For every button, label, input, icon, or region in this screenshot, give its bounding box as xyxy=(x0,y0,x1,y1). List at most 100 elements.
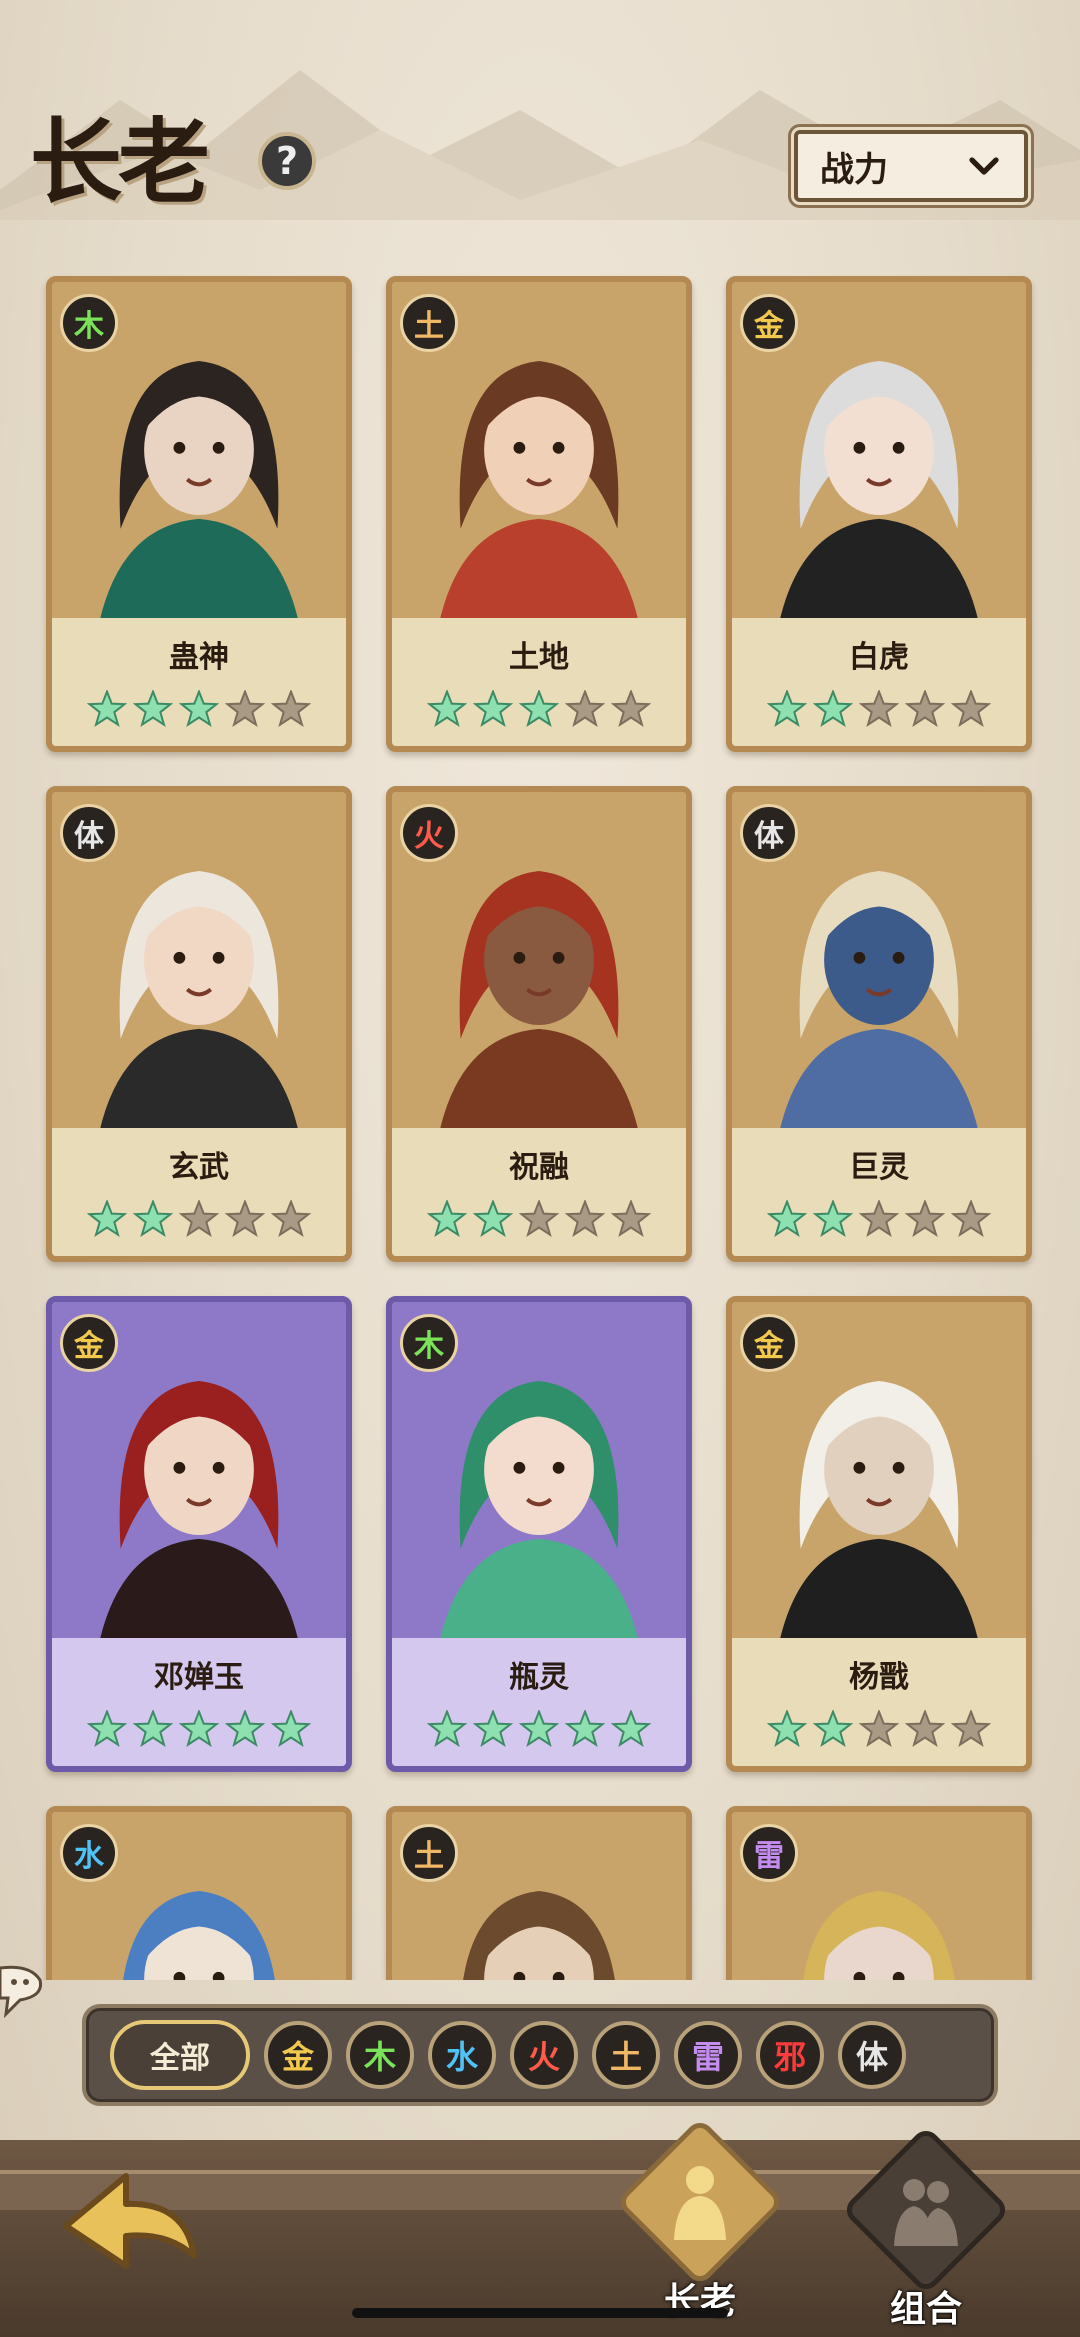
star-filled-icon xyxy=(87,690,127,727)
star-filled-icon xyxy=(565,1710,605,1747)
star-filled-icon xyxy=(427,1710,467,1747)
elder-card[interactable]: 木 蛊神 xyxy=(46,276,352,752)
filter-element-button[interactable]: 土 xyxy=(592,2021,660,2089)
star-rating xyxy=(392,1710,686,1750)
card-name: 白虎 xyxy=(849,640,909,675)
element-badge-icon: 金 xyxy=(740,1314,798,1372)
star-filled-icon xyxy=(473,1710,513,1747)
star-filled-icon xyxy=(767,1710,807,1747)
card-name: 祝融 xyxy=(509,1150,569,1185)
card-name: 瓶灵 xyxy=(509,1660,569,1695)
star-empty-icon xyxy=(611,1200,651,1237)
filter-element-button[interactable]: 邪 xyxy=(756,2021,824,2089)
star-empty-icon xyxy=(951,1200,991,1237)
star-filled-icon xyxy=(133,690,173,727)
star-empty-icon xyxy=(951,690,991,727)
star-filled-icon xyxy=(813,690,853,727)
elder-card[interactable]: 金 邓婵玉 xyxy=(46,1296,352,1772)
filter-element-button[interactable]: 木 xyxy=(346,2021,414,2089)
elder-card[interactable]: 水 xyxy=(46,1806,352,1980)
star-filled-icon xyxy=(133,1710,173,1747)
star-empty-icon xyxy=(179,1200,219,1237)
home-indicator xyxy=(352,2308,728,2318)
elder-figure-icon xyxy=(674,2166,726,2240)
filter-element-button[interactable]: 金 xyxy=(264,2021,332,2089)
star-filled-icon xyxy=(179,1710,219,1747)
star-filled-icon xyxy=(767,690,807,727)
filter-element-button[interactable]: 火 xyxy=(510,2021,578,2089)
elder-card[interactable]: 雷 xyxy=(726,1806,1032,1980)
star-filled-icon xyxy=(473,1200,513,1237)
element-badge-icon: 水 xyxy=(60,1824,118,1882)
chat-bubble-icon[interactable] xyxy=(0,1960,46,2020)
star-rating xyxy=(392,690,686,730)
card-name: 邓婵玉 xyxy=(154,1660,244,1695)
tab-elders[interactable]: 长老 xyxy=(615,2117,785,2322)
star-filled-icon xyxy=(611,1710,651,1747)
team-figures-icon xyxy=(894,2179,958,2246)
star-filled-icon xyxy=(225,1710,265,1747)
star-filled-icon xyxy=(87,1710,127,1747)
elder-card[interactable]: 木 瓶灵 xyxy=(386,1296,692,1772)
element-badge-icon: 体 xyxy=(60,804,118,862)
elder-card[interactable]: 金 白虎 xyxy=(726,276,1032,752)
star-empty-icon xyxy=(565,1200,605,1237)
star-empty-icon xyxy=(859,1710,899,1747)
star-rating xyxy=(732,1710,1026,1750)
filter-element-button[interactable]: 水 xyxy=(428,2021,496,2089)
star-filled-icon xyxy=(271,1710,311,1747)
elder-card[interactable]: 土 土地 xyxy=(386,276,692,752)
star-empty-icon xyxy=(225,1200,265,1237)
element-badge-icon: 木 xyxy=(400,1314,458,1372)
element-badge-icon: 土 xyxy=(400,1824,458,1882)
element-badge-icon: 土 xyxy=(400,294,458,352)
star-filled-icon xyxy=(767,1200,807,1237)
star-filled-icon xyxy=(813,1710,853,1747)
star-filled-icon xyxy=(813,1200,853,1237)
element-badge-icon: 金 xyxy=(60,1314,118,1372)
card-name: 巨灵 xyxy=(849,1150,909,1185)
star-empty-icon xyxy=(859,1200,899,1237)
tab-team[interactable]: 组合 xyxy=(841,2125,1011,2330)
element-badge-icon: 金 xyxy=(740,294,798,352)
star-rating xyxy=(52,690,346,730)
card-name: 土地 xyxy=(509,640,569,675)
star-empty-icon xyxy=(271,690,311,727)
star-empty-icon xyxy=(225,690,265,727)
star-rating xyxy=(732,1200,1026,1240)
star-rating xyxy=(52,1710,346,1750)
star-empty-icon xyxy=(905,690,945,727)
tab-team-label: 组合 xyxy=(889,2289,962,2330)
elder-card[interactable]: 体 玄武 xyxy=(46,786,352,1262)
star-rating xyxy=(392,1200,686,1240)
star-filled-icon xyxy=(87,1200,127,1237)
star-filled-icon xyxy=(519,1710,559,1747)
star-filled-icon xyxy=(427,1200,467,1237)
element-badge-icon: 火 xyxy=(400,804,458,862)
card-name: 杨戬 xyxy=(849,1660,909,1695)
filter-all-button[interactable]: 全部 xyxy=(110,2020,250,2090)
star-empty-icon xyxy=(905,1710,945,1747)
filter-element-button[interactable]: 雷 xyxy=(674,2021,742,2089)
star-empty-icon xyxy=(611,690,651,727)
star-filled-icon xyxy=(473,690,513,727)
star-rating xyxy=(732,690,1026,730)
elder-card[interactable]: 土 xyxy=(386,1806,692,1980)
star-empty-icon xyxy=(271,1200,311,1237)
elder-card-grid: 木 蛊神 土 土地 金 白虎 体 玄武 火 祝融 体 巨灵 金 邓婵玉 木 瓶灵… xyxy=(0,0,1080,1980)
back-arrow-icon[interactable] xyxy=(56,2166,206,2286)
elder-card[interactable]: 火 祝融 xyxy=(386,786,692,1262)
elder-card[interactable]: 金 杨戬 xyxy=(726,1296,1032,1772)
element-filter-bar: 全部 金木水火土雷邪体 xyxy=(82,2004,998,2106)
star-filled-icon xyxy=(133,1200,173,1237)
star-rating xyxy=(52,1200,346,1240)
star-empty-icon xyxy=(859,690,899,727)
card-name: 蛊神 xyxy=(169,640,229,675)
star-filled-icon xyxy=(519,690,559,727)
star-empty-icon xyxy=(951,1710,991,1747)
card-name: 玄武 xyxy=(169,1150,229,1185)
element-badge-icon: 体 xyxy=(740,804,798,862)
filter-element-button[interactable]: 体 xyxy=(838,2021,906,2089)
elder-card[interactable]: 体 巨灵 xyxy=(726,786,1032,1262)
element-badge-icon: 雷 xyxy=(740,1824,798,1882)
